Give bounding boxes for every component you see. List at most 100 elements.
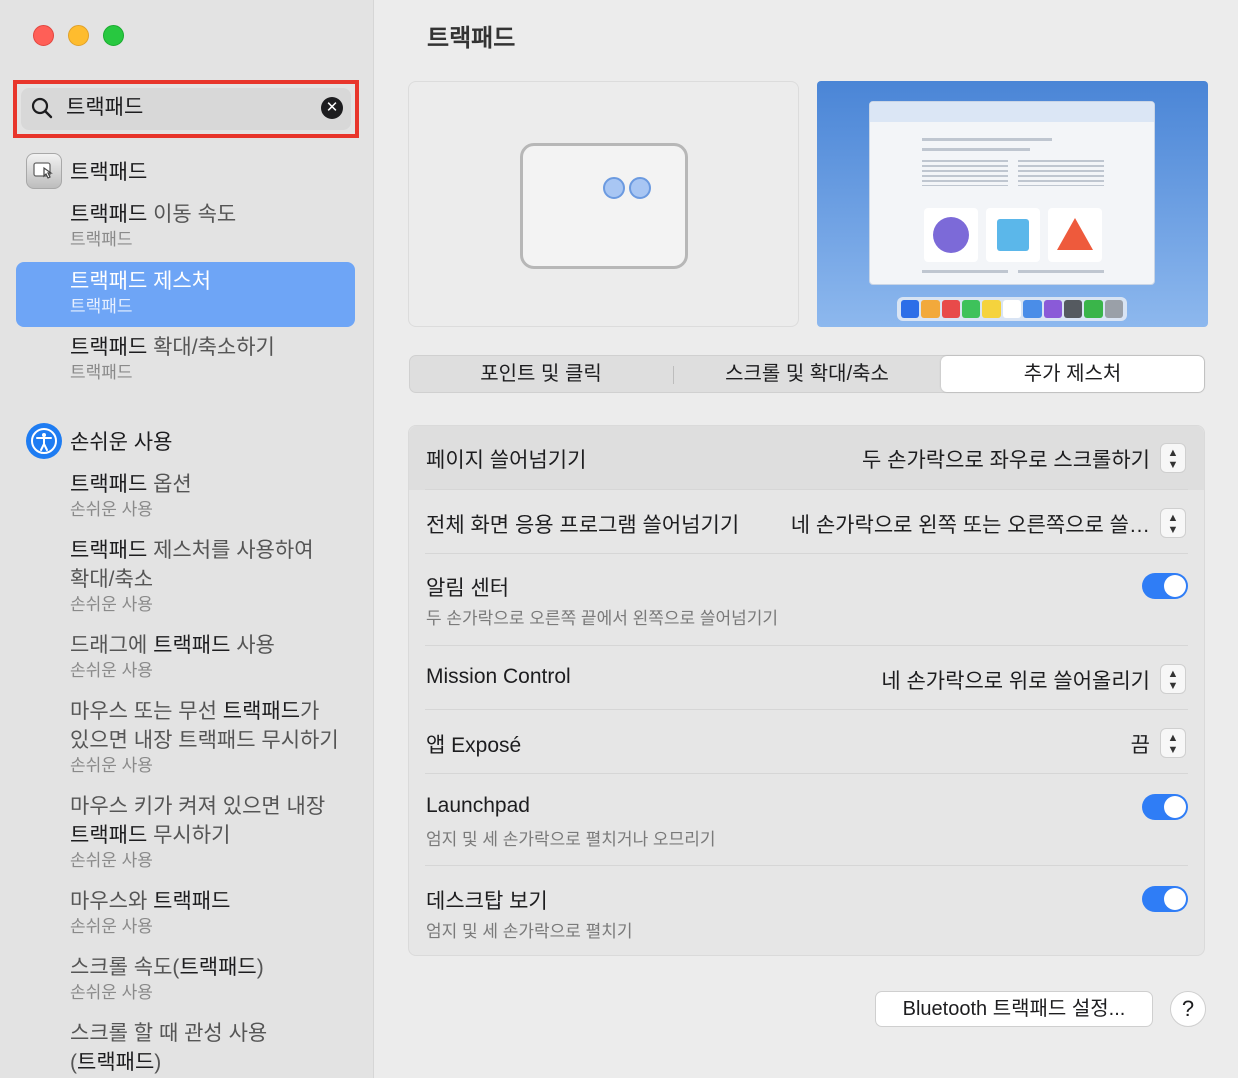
popup-chevron-icon[interactable]: ▲ ▼: [1160, 443, 1186, 473]
item-title-rest: 제스처를 사용하여: [147, 539, 314, 562]
item-title-pre: 마우스 또는 무선: [70, 700, 223, 723]
finger-dot: [603, 177, 625, 199]
dock-app-icon: [921, 300, 940, 318]
item-title-pre: 드래그에: [70, 634, 154, 657]
row-app-expose[interactable]: 앱 Exposé 끔 ▲ ▼: [409, 710, 1204, 774]
tab-point-click[interactable]: 포인트 및 클릭: [410, 356, 672, 392]
sidebar-item-trackpad-zoom[interactable]: 트랙패드 확대/축소하기 트랙패드: [16, 333, 355, 391]
search-icon: [31, 97, 53, 119]
row-label: 데스크탑 보기: [426, 890, 548, 913]
sidebar-item-scroll-inertia[interactable]: 스크롤 할 때 관성 사용 (트랙패드): [16, 1019, 355, 1078]
preview-circle-tile: [924, 208, 978, 262]
sidebar-item-trackpad-options[interactable]: 트랙패드 옵션 손쉬운 사용: [16, 470, 355, 528]
search-field[interactable]: 트랙패드 ✕: [21, 88, 351, 130]
item-subtitle: 손쉬운 사용: [70, 983, 153, 1002]
item-subtitle: 손쉬운 사용: [70, 595, 153, 614]
row-swipe-pages[interactable]: 페이지 쓸어넘기기 두 손가락으로 좌우로 스크롤하기 ▲ ▼: [409, 426, 1204, 490]
dock-app-icon: [941, 300, 961, 318]
item-title-bold: 트랙패드: [179, 956, 257, 979]
preview-text-line: [922, 270, 1008, 273]
preview-text-line: [1018, 270, 1104, 273]
popup-chevron-icon[interactable]: ▲ ▼: [1160, 664, 1186, 694]
launchpad-toggle[interactable]: [1142, 794, 1188, 820]
tab-more-gestures[interactable]: 추가 제스처: [941, 356, 1204, 392]
sidebar-group-accessibility[interactable]: 손쉬운 사용: [26, 423, 172, 459]
row-swipe-fullscreen-apps[interactable]: 전체 화면 응용 프로그램 쓸어넘기기 네 손가락으로 왼쪽 또는 오른쪽으로 …: [409, 490, 1204, 554]
row-show-desktop[interactable]: 데스크탑 보기 엄지 및 세 손가락으로 펼치기: [409, 866, 1204, 955]
trackpad-illustration: [520, 143, 688, 269]
item-title-bold: 트랙패드: [153, 890, 231, 913]
notification-center-toggle[interactable]: [1142, 573, 1188, 599]
preview-text-line: [922, 138, 1052, 141]
dock-app-icon: [962, 300, 981, 318]
item-title-rest: 가: [300, 700, 320, 723]
row-description: 엄지 및 세 손가락으로 펼치기: [426, 922, 633, 941]
row-label: Launchpad: [426, 794, 530, 817]
row-popup-value[interactable]: 네 손가락으로 왼쪽 또는 오른쪽으로 쓸…: [791, 509, 1150, 539]
row-popup-value[interactable]: 네 손가락으로 위로 쓸어올리기: [881, 665, 1150, 695]
row-label: Mission Control: [426, 665, 571, 688]
close-window-button[interactable]: [33, 25, 54, 46]
dock-app-icon: [1043, 300, 1062, 318]
item-title-pre: 마우스 키가 켜져 있으면 내장: [70, 795, 326, 818]
page-title: 트랙패드: [427, 25, 516, 52]
desktop-preview: [817, 81, 1208, 327]
item-subtitle: 손쉬운 사용: [70, 917, 153, 936]
dock-app-icon: [901, 300, 920, 318]
sidebar-item-gesture-zoom[interactable]: 트랙패드 제스처를 사용하여 확대/축소 손쉬운 사용: [16, 536, 355, 620]
row-label: 전체 화면 응용 프로그램 쓸어넘기기: [426, 514, 740, 537]
row-label: 앱 Exposé: [426, 734, 522, 757]
item-title-rest: 옵션: [147, 473, 192, 496]
row-notification-center[interactable]: 알림 센터 두 손가락으로 오른쪽 끝에서 왼쪽으로 쓸어넘기기: [409, 554, 1204, 646]
sidebar-item-trackpad-gestures[interactable]: 트랙패드 제스처 트랙패드: [16, 262, 355, 327]
item-title-pre: 스크롤 속도(: [70, 956, 180, 979]
popup-chevron-icon[interactable]: ▲ ▼: [1160, 728, 1186, 758]
finger-dot: [629, 177, 651, 199]
item-title-pre: 스크롤 할 때 관성 사용: [70, 1022, 268, 1045]
item-title-rest: 제스처: [147, 270, 212, 293]
sidebar-group-trackpad[interactable]: 트랙패드: [26, 153, 147, 189]
dock-app-icon: [1084, 300, 1103, 318]
show-desktop-toggle[interactable]: [1142, 886, 1188, 912]
zoom-window-button[interactable]: [103, 25, 124, 46]
item-subtitle: 손쉬운 사용: [70, 756, 153, 775]
item-title-bold: 트랙패드: [153, 634, 231, 657]
sidebar-item-ignore-builtin-mousekeys[interactable]: 마우스 키가 켜져 있으면 내장 트랙패드 무시하기 손쉬운 사용: [16, 792, 355, 876]
sidebar: 트랙패드 ✕ 트랙패드 트랙패드 이동 속도 트랙패드 트랙패드 제스처 트랙패…: [0, 0, 374, 1078]
sidebar-item-ignore-builtin-wireless[interactable]: 마우스 또는 무선 트랙패드가 있으면 내장 트랙패드 무시하기 손쉬운 사용: [16, 697, 355, 781]
row-launchpad[interactable]: Launchpad 엄지 및 세 손가락으로 펼치거나 오므리기: [409, 774, 1204, 866]
item-title-bold: 트랙패드: [70, 336, 148, 359]
item-title-bold: 트랙패드: [70, 824, 148, 847]
bluetooth-trackpad-setup-button[interactable]: Bluetooth 트랙패드 설정...: [875, 991, 1153, 1027]
item-title-rest: 이동 속도: [147, 203, 237, 226]
item-title-rest: 사용: [230, 634, 275, 657]
row-popup-value[interactable]: 끔: [1131, 729, 1150, 759]
item-title-rest: 확대/축소하기: [147, 336, 275, 359]
item-title-line2-pre: (: [70, 1051, 77, 1074]
sidebar-item-mouse-trackpad[interactable]: 마우스와 트랙패드 손쉬운 사용: [16, 887, 355, 945]
item-title-bold: 트랙패드: [70, 270, 148, 293]
dock-app-icon: [1063, 300, 1083, 318]
search-input[interactable]: 트랙패드: [66, 94, 143, 122]
item-subtitle: 손쉬운 사용: [70, 500, 153, 519]
minimize-window-button[interactable]: [68, 25, 89, 46]
item-title-pre: 마우스와: [70, 890, 154, 913]
preview-text-block: [1018, 160, 1104, 186]
sidebar-item-scroll-speed[interactable]: 스크롤 속도(트랙패드) 손쉬운 사용: [16, 953, 355, 1011]
popup-chevron-icon[interactable]: ▲ ▼: [1160, 508, 1186, 538]
row-mission-control[interactable]: Mission Control 네 손가락으로 위로 쓸어올리기 ▲ ▼: [409, 646, 1204, 710]
gesture-settings-panel: 페이지 쓸어넘기기 두 손가락으로 좌우로 스크롤하기 ▲ ▼ 전체 화면 응용 …: [408, 425, 1205, 956]
item-subtitle: 손쉬운 사용: [70, 661, 153, 680]
dock-app-icon: [982, 300, 1001, 318]
preview-square-tile: [986, 208, 1040, 262]
clear-search-icon[interactable]: ✕: [321, 97, 343, 119]
sidebar-item-drag-trackpad[interactable]: 드래그에 트랙패드 사용 손쉬운 사용: [16, 631, 355, 689]
help-button[interactable]: ?: [1170, 991, 1206, 1027]
preview-text-line: [922, 148, 1030, 151]
tab-scroll-zoom[interactable]: 스크롤 및 확대/축소: [674, 356, 940, 392]
sidebar-group-label: 트랙패드: [70, 161, 148, 184]
preview-triangle-tile: [1048, 208, 1102, 262]
item-title-bold: 트랙패드: [70, 473, 148, 496]
row-popup-value[interactable]: 두 손가락으로 좌우로 스크롤하기: [862, 444, 1150, 474]
sidebar-item-trackpad-speed[interactable]: 트랙패드 이동 속도 트랙패드: [16, 200, 355, 258]
